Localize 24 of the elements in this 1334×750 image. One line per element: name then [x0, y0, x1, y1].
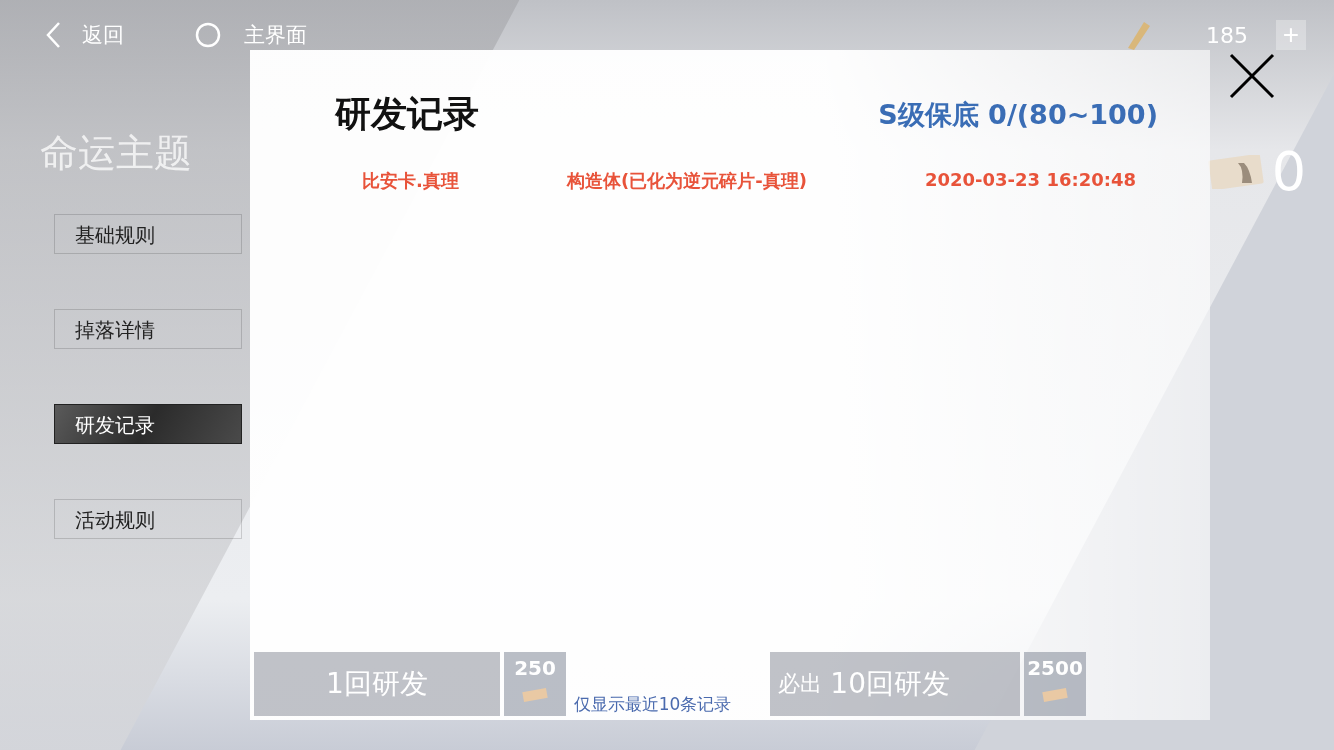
record-time: 2020-03-23 16:20:48	[925, 169, 1136, 192]
sidebar-tab[interactable]: 研发记录	[54, 404, 242, 444]
guarantee-label: 必出	[778, 670, 823, 698]
back-chevron-icon	[44, 21, 62, 49]
draw-button[interactable]: 1回研发	[254, 652, 500, 716]
pity-counter: S级保底 0/(80~100)	[878, 97, 1158, 132]
home-button[interactable]: 主界面	[194, 21, 307, 49]
circle-icon	[194, 21, 222, 49]
back-button[interactable]: 返回	[44, 21, 124, 49]
currency-amount: 185	[1206, 22, 1248, 48]
character-card-icon	[1207, 154, 1264, 189]
record-name: 比安卡.真理	[361, 169, 460, 193]
sidebar-tab[interactable]: 掉落详情	[54, 309, 242, 349]
dialog-title: 研发记录	[335, 92, 479, 136]
record-type: 构造体(已化为逆元碎片-真理)	[567, 169, 808, 193]
ticket-icon	[1042, 688, 1068, 702]
add-button[interactable]: +	[1276, 20, 1306, 50]
ticket-icon	[522, 688, 548, 702]
footnote: 仅显示最近10条记录	[573, 693, 732, 716]
cost-label: 250	[514, 656, 556, 680]
sidebar-tab[interactable]: 基础规则	[54, 214, 242, 254]
cost-label: 2500	[1027, 656, 1083, 680]
close-icon[interactable]	[1228, 52, 1276, 100]
sidebar-tab[interactable]: 活动规则	[54, 499, 242, 539]
